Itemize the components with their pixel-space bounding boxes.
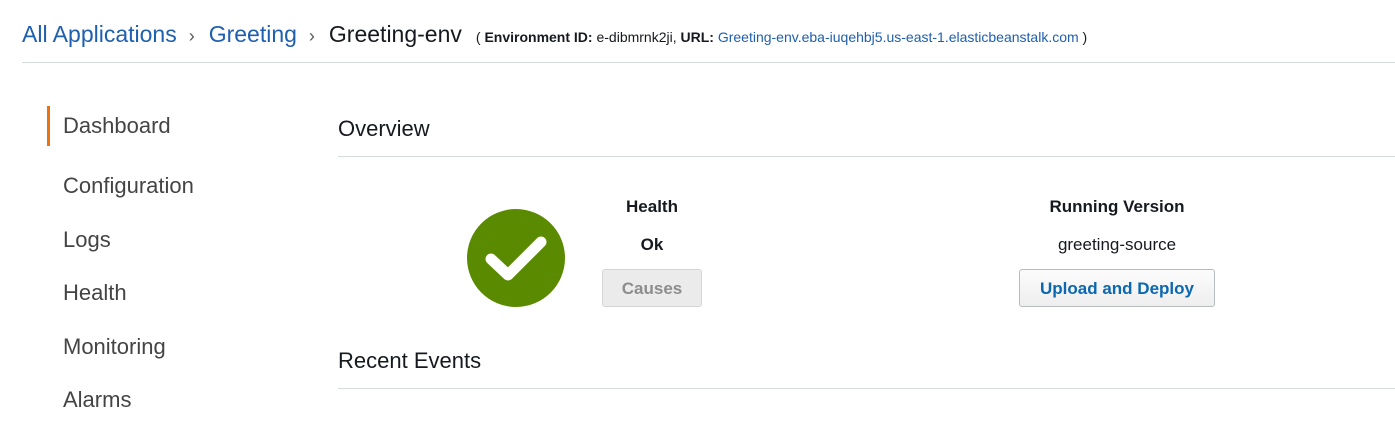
upload-and-deploy-button[interactable]: Upload and Deploy [1019, 269, 1215, 307]
env-info-close-paren: ) [1083, 29, 1088, 45]
running-version-value: greeting-source [967, 235, 1267, 255]
running-version-label: Running Version [967, 197, 1267, 217]
health-panel: Health Ok Causes [592, 197, 712, 307]
causes-button[interactable]: Causes [602, 269, 702, 307]
running-version-panel: Running Version greeting-source Upload a… [967, 197, 1267, 307]
breadcrumb-application-link[interactable]: Greeting [209, 21, 297, 48]
health-status: Ok [592, 235, 712, 255]
breadcrumb-all-applications-link[interactable]: All Applications [22, 21, 177, 48]
sidebar-nav: Dashboard Configuration Logs Health Moni… [47, 106, 297, 427]
breadcrumb-separator-icon: › [189, 26, 195, 47]
sidebar-item-health[interactable]: Health [47, 267, 297, 321]
environment-id-label: Environment ID: [484, 29, 592, 45]
url-label: URL: [681, 29, 714, 45]
environment-url-link[interactable]: Greeting-env.eba-iuqehbj5.us-east-1.elas… [718, 29, 1079, 45]
env-info-open-paren: ( [476, 29, 481, 45]
header-divider [22, 62, 1395, 63]
page-title: Greeting-env [329, 21, 462, 48]
check-circle-icon [467, 209, 565, 307]
breadcrumb-separator-icon: › [309, 26, 315, 47]
environment-info: ( Environment ID: e-dibmrnk2ji, URL: Gre… [476, 29, 1087, 45]
sidebar-item-logs[interactable]: Logs [47, 213, 297, 267]
sidebar-item-dashboard[interactable]: Dashboard [47, 106, 297, 146]
sidebar-item-monitoring[interactable]: Monitoring [47, 320, 297, 374]
overview-divider [338, 156, 1395, 157]
sidebar-item-alarms[interactable]: Alarms [47, 374, 297, 427]
sidebar-item-configuration[interactable]: Configuration [47, 160, 297, 214]
overview-title: Overview [338, 116, 430, 142]
breadcrumb: All Applications › Greeting › Greeting-e… [22, 21, 1395, 48]
recent-events-title: Recent Events [338, 348, 481, 374]
environment-id-value: e-dibmrnk2ji, [596, 29, 676, 45]
health-label: Health [592, 197, 712, 217]
recent-events-divider [338, 388, 1395, 389]
